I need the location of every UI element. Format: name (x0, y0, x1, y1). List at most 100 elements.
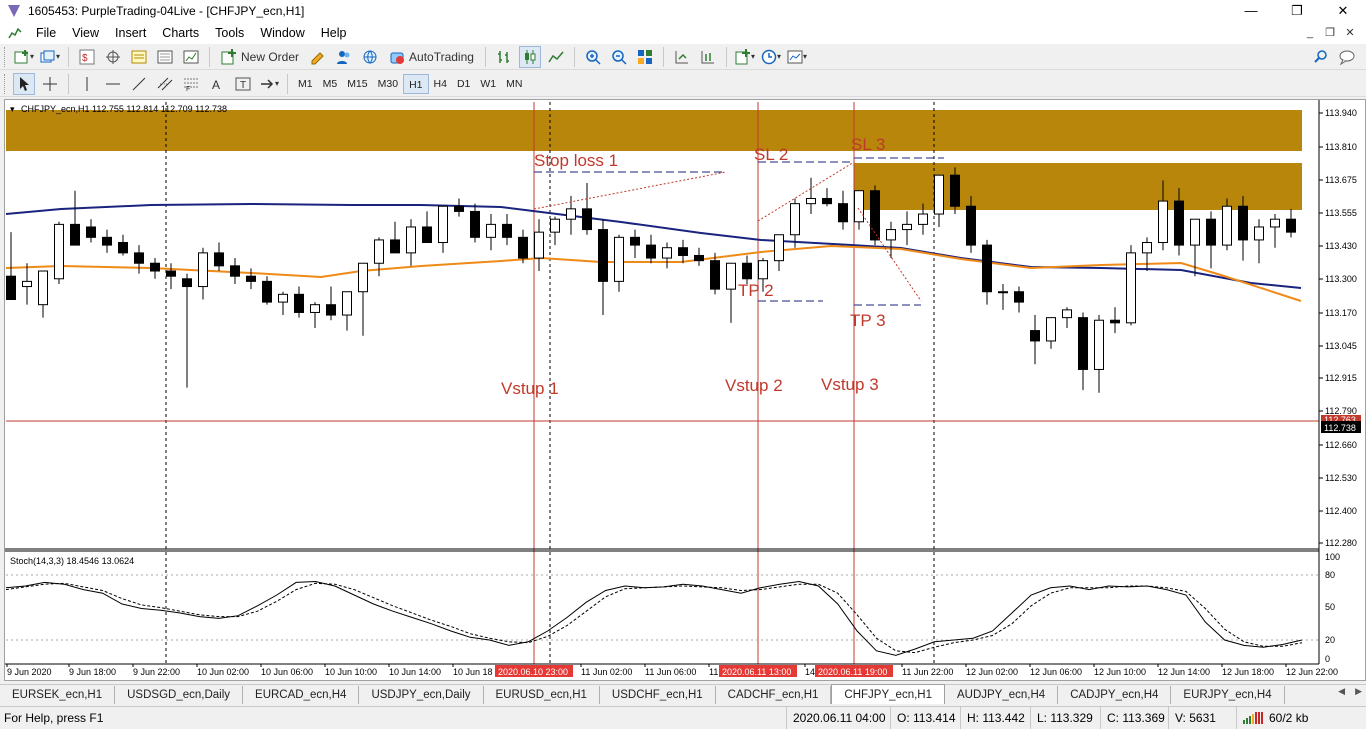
trendline-tool[interactable] (128, 73, 150, 95)
autotrading-button[interactable]: AutoTrading (385, 46, 478, 68)
timeframe-h1[interactable]: H1 (403, 73, 429, 94)
arrow-icon (260, 78, 274, 89)
time-tick-label: 12 Jun 06:00 (1030, 667, 1082, 677)
timeframe-d1[interactable]: D1 (452, 74, 475, 94)
chart-tabs: EURSEK_ecn,H1 USDSGD_ecn,Daily EURCAD_ec… (0, 684, 1366, 704)
market-button[interactable] (359, 46, 381, 68)
time-tick-label: 9 Jun 22:00 (133, 667, 180, 677)
channel-tool[interactable] (154, 73, 176, 95)
vertical-line-tool[interactable] (76, 73, 98, 95)
menu-tools[interactable]: Tools (207, 22, 252, 44)
tile-windows-button[interactable] (634, 46, 656, 68)
menu-view[interactable]: View (64, 22, 107, 44)
new-order-button[interactable]: New Order (217, 46, 303, 68)
zoom-out-button[interactable] (608, 46, 630, 68)
signals-button[interactable] (333, 46, 355, 68)
scroll-chart-button[interactable] (671, 46, 693, 68)
globe-icon (363, 50, 377, 63)
tab-cadchf[interactable]: CADCHF_ecn,H1 (716, 686, 832, 704)
tab-eurusd[interactable]: EURUSD_ecn,H1 (484, 686, 600, 704)
time-tick-label: 12 Jun 10:00 (1094, 667, 1146, 677)
tab-eursek[interactable]: EURSEK_ecn,H1 (0, 686, 116, 704)
menu-window[interactable]: Window (252, 22, 312, 44)
tab-usdsgd[interactable]: USDSGD_ecn,Daily (115, 686, 244, 704)
data-window-button[interactable] (102, 46, 124, 68)
tab-usdchf[interactable]: USDCHF_ecn,H1 (600, 686, 716, 704)
tab-eurjpy[interactable]: EURJPY_ecn,H4 (1171, 686, 1285, 704)
resistance-zone-upper (6, 110, 1302, 151)
crosshair-tool[interactable] (39, 73, 61, 95)
window-title: 1605453: PurpleTrading-04Live - [CHFJPY_… (28, 4, 305, 18)
chart-shift-button[interactable] (697, 46, 719, 68)
market-watch-icon: $ (79, 49, 95, 64)
standard-toolbar: ▾ ▾ $ New Order AutoTrading ▾ ▾ ▾ (0, 44, 1366, 70)
templates-icon (787, 50, 803, 63)
timeframe-m1[interactable]: M1 (293, 74, 318, 94)
horizontal-line-tool[interactable] (102, 73, 124, 95)
trendline-icon (132, 77, 146, 90)
tab-usdjpy[interactable]: USDJPY_ecn,Daily (359, 686, 484, 704)
cursor-tool[interactable] (13, 72, 35, 95)
resistance-zone-lower (854, 163, 1302, 210)
connection-bars-icon (1243, 712, 1263, 724)
mdi-restore-button[interactable]: ❐ (1320, 22, 1340, 44)
text-label-tool[interactable]: T (232, 73, 254, 95)
timeframe-mn[interactable]: MN (501, 74, 527, 94)
timeframe-w1[interactable]: W1 (475, 74, 501, 94)
menu-charts[interactable]: Charts (154, 22, 207, 44)
templates-button[interactable]: ▾ (786, 46, 808, 68)
tab-scroll-right-icon[interactable]: ▶ (1355, 686, 1362, 697)
svg-text:$: $ (82, 53, 88, 64)
timeframe-m5[interactable]: M5 (318, 74, 343, 94)
candle (1126, 245, 1136, 326)
maximize-button[interactable]: ❐ (1274, 0, 1320, 22)
timeframe-h4[interactable]: H4 (429, 74, 452, 94)
chart-window-icon[interactable] (8, 26, 22, 40)
menu-insert[interactable]: Insert (107, 22, 154, 44)
tab-audjpy[interactable]: AUDJPY_ecn,H4 (945, 686, 1059, 704)
time-tick-label: 10 Jun 06:00 (261, 667, 313, 677)
price-tick-label: 113.300 (1325, 274, 1357, 284)
candlestick-icon (524, 49, 536, 64)
new-chart-button[interactable]: ▾ (13, 46, 35, 68)
tab-eurcad[interactable]: EURCAD_ecn,H4 (243, 686, 360, 704)
timeframe-m15[interactable]: M15 (342, 74, 372, 94)
bar-chart-button[interactable] (493, 46, 515, 68)
zoom-in-button[interactable] (582, 46, 604, 68)
search-button[interactable] (1310, 46, 1332, 68)
price-chart[interactable]: Stop loss 1 SL 2 SL 3 TP 2 TP 3 Vstup 1 … (5, 100, 1365, 680)
mdi-close-button[interactable]: ✕ (1340, 22, 1360, 44)
line-chart-button[interactable] (545, 46, 567, 68)
tab-chfjpy[interactable]: CHFJPY_ecn,H1 (831, 684, 945, 704)
indicators-button[interactable]: ▾ (734, 46, 756, 68)
arrows-tool[interactable]: ▾ (258, 73, 280, 95)
market-watch-button[interactable]: $ (76, 46, 98, 68)
status-open: O: 113.414 (890, 707, 956, 729)
drawing-toolbar: F A T ▾ M1 M5 M15 M30 H1 H4 D1 W1 MN (0, 71, 1366, 97)
timeframe-m30[interactable]: M30 (373, 74, 403, 94)
tab-cadjpy[interactable]: CADJPY_ecn,H4 (1058, 686, 1172, 704)
chart-window[interactable]: Stop loss 1 SL 2 SL 3 TP 2 TP 3 Vstup 1 … (4, 99, 1366, 681)
new-order-icon (221, 48, 236, 64)
minimize-button[interactable]: — (1228, 0, 1274, 22)
close-button[interactable]: ✕ (1320, 0, 1366, 22)
time-tick-label: 12 Jun 02:00 (966, 667, 1018, 677)
candlestick-button[interactable] (518, 45, 541, 68)
profiles-button[interactable]: ▾ (39, 46, 61, 68)
menu-bar: File View Insert Charts Tools Window Hel… (0, 22, 1366, 44)
terminal-icon (157, 50, 173, 63)
text-tool[interactable]: A (206, 73, 228, 95)
strategy-tester-button[interactable] (180, 46, 202, 68)
chat-button[interactable] (1336, 46, 1358, 68)
terminal-button[interactable] (154, 46, 176, 68)
periods-button[interactable]: ▾ (760, 46, 782, 68)
tab-scroll-left-icon[interactable]: ◀ (1338, 686, 1345, 697)
fibonacci-tool[interactable]: F (180, 73, 202, 95)
metaeditor-button[interactable] (307, 46, 329, 68)
navigator-button[interactable] (128, 46, 150, 68)
profiles-icon (40, 50, 55, 62)
mdi-minimize-button[interactable]: _ (1300, 22, 1320, 44)
menu-help[interactable]: Help (313, 22, 355, 44)
menu-file[interactable]: File (28, 22, 64, 44)
status-help: For Help, press F1 (4, 711, 104, 725)
